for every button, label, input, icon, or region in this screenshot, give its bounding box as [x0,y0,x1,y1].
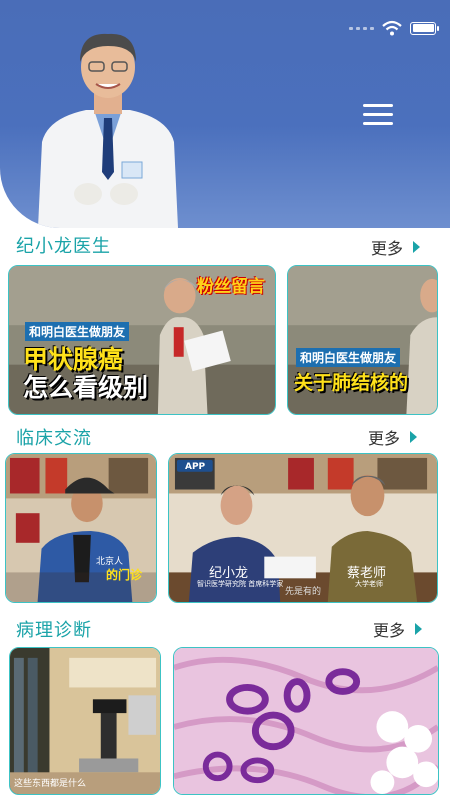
fan-message-tag: 粉丝留言 [197,277,265,297]
video-card-doctor-1[interactable]: 和明白医生做朋友 甲状腺癌 怎么看级别 粉丝留言 [8,265,276,415]
video-card-doctor-2[interactable]: 和明白医生做朋友 关于肺结核的 [287,265,438,415]
more-button-doctor[interactable]: 更多 [371,235,421,259]
video-subtitle: 先是有的 [285,587,322,597]
arrow-right-icon [415,623,423,635]
more-label: 更多 [373,621,406,640]
speaker-title-1: 智识医学研究院 首席科学家 [197,580,284,588]
more-button-clinical[interactable]: 更多 [368,425,418,449]
signal-dots-icon [349,26,374,30]
video-card-pathology-2[interactable] [173,647,439,795]
more-button-pathology[interactable]: 更多 [373,617,423,641]
hamburger-menu-icon[interactable] [363,104,393,126]
video-caption-2: 的门诊 [106,568,143,582]
video-card-pathology-1[interactable]: 这些东西都是什么 [9,647,161,795]
section-title-clinical: 临床交流 [16,428,92,449]
video-headline-1: 关于肺结核的 [294,372,409,394]
video-thumbnail [10,648,160,794]
status-bar [349,20,439,36]
arrow-right-icon [413,241,421,253]
wifi-icon [382,20,402,36]
more-label: 更多 [368,429,401,448]
video-caption: 这些东西都是什么 [14,779,87,789]
header-banner [0,0,450,228]
histology-thumbnail [174,648,438,794]
section-title-pathology: 病理诊断 [16,620,92,641]
video-banner-text: 和明白医生做朋友 [296,348,401,367]
more-label: 更多 [371,239,404,258]
arrow-right-icon [410,431,418,443]
video-card-clinical-1[interactable]: 北京人 的门诊 [5,453,157,603]
doctor-portrait [38,33,178,228]
battery-icon [410,21,439,35]
video-banner-text: 和明白医生做朋友 [25,322,130,341]
speaker-title-2: 大学老师 [355,580,383,588]
app-logo: APP [185,462,206,472]
video-card-clinical-2[interactable]: APP 纪小龙 智识医学研究院 首席科学家 蔡老师 大学老师 先是有的 [168,453,438,603]
section-title-doctor: 纪小龙医生 [16,236,111,257]
video-headline-2: 怎么看级别 [23,373,149,402]
